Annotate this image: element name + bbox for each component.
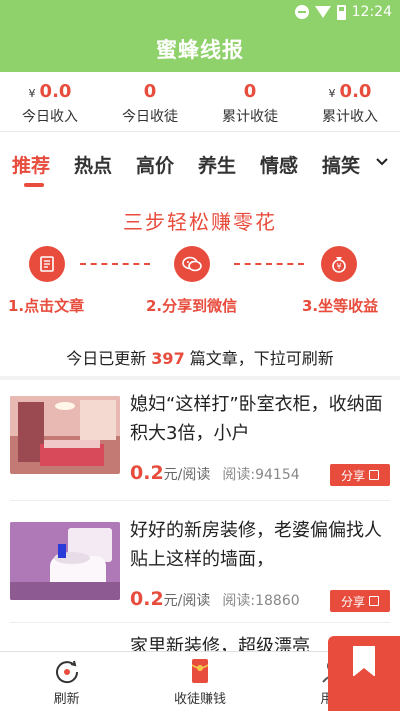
article-item[interactable]: 好好的新房装修，老婆偏偏找人贴上这样的墙面， 0.2元/阅读 阅读:18860 分… <box>0 506 400 626</box>
tab-hot[interactable]: 热点 <box>74 151 112 178</box>
stat-total-income[interactable]: ¥0.0 累计收入 <box>300 72 400 131</box>
svg-text:¥: ¥ <box>336 262 341 271</box>
stat-label: 今日收入 <box>22 109 78 125</box>
step-label-2: 2.分享到微信 <box>146 297 238 315</box>
article-price: 0.2 <box>130 462 164 484</box>
stat-today-income[interactable]: ¥0.0 今日收入 <box>0 72 100 131</box>
chevron-down-icon[interactable] <box>376 155 388 167</box>
active-tab-indicator <box>24 183 44 187</box>
share-label: 分享 <box>340 468 365 483</box>
article-icon <box>29 246 65 282</box>
money-bag-icon: ¥ <box>321 246 357 282</box>
stat-value: 0 <box>243 81 257 102</box>
share-icon <box>369 596 379 606</box>
article-thumbnail <box>10 522 120 600</box>
earnings-stats: ¥0.0 今日收入 0 今日收徒 0 累计收徒 ¥0.0 累计收入 <box>0 72 400 132</box>
status-time: 12:24 <box>351 4 392 20</box>
wifi-icon <box>314 6 331 18</box>
status-bar: 12:24 <box>0 0 400 28</box>
refresh-icon <box>55 660 78 684</box>
update-prefix: 今日已更新 <box>66 349 152 368</box>
article-price: 0.2 <box>130 588 164 610</box>
step-connector <box>234 263 304 265</box>
article-read-count: 阅读:94154 <box>222 467 300 483</box>
article-title: 媳妇“这样打”卧室衣柜，收纳面积大3倍，小户 <box>130 394 383 444</box>
nav-earn-by-inviting[interactable]: 收徒赚钱 <box>133 652 266 711</box>
update-notice: 今日已更新 397 篇文章，下拉可刷新 <box>0 345 400 369</box>
article-meta: 0.2元/阅读 阅读:94154 <box>130 462 300 484</box>
stat-label: 累计收入 <box>322 109 378 125</box>
article-thumbnail <box>10 396 120 474</box>
article-meta: 0.2元/阅读 阅读:18860 <box>130 588 300 610</box>
stat-label: 今日收徒 <box>122 109 178 125</box>
nav-label: 刷新 <box>53 692 80 707</box>
tab-health[interactable]: 养生 <box>198 151 236 178</box>
battery-icon <box>336 4 346 20</box>
article-read-count: 阅读:18860 <box>222 593 300 609</box>
tab-emotion[interactable]: 情感 <box>260 151 298 178</box>
tab-funny[interactable]: 搞笑 <box>322 151 360 178</box>
update-suffix: 篇文章，下拉可刷新 <box>184 349 334 368</box>
share-label: 分享 <box>340 594 365 609</box>
stat-value: 0.0 <box>339 81 372 102</box>
list-divider <box>10 500 390 501</box>
update-count: 397 <box>151 349 185 368</box>
red-envelope-icon <box>191 659 209 683</box>
article-price-unit: 元/阅读 <box>163 593 211 609</box>
category-tabs: 推荐 热点 高价 养生 情感 搞笑 <box>0 145 400 189</box>
share-button[interactable]: 分享 <box>330 464 390 486</box>
stat-value: 0 <box>143 81 157 102</box>
step-label-3: 3.坐等收益 <box>302 297 379 315</box>
nav-label: 收徒赚钱 <box>173 692 226 707</box>
share-icon <box>369 470 379 480</box>
step-label-1: 1.点击文章 <box>8 297 85 315</box>
tab-recommended[interactable]: 推荐 <box>12 151 50 178</box>
article-item[interactable]: 媳妇“这样打”卧室衣柜，收纳面积大3倍，小户 0.2元/阅读 阅读:94154 分… <box>0 380 400 500</box>
page-title: 蜜蜂线报 <box>156 38 244 62</box>
stat-label: 累计收徒 <box>222 109 278 125</box>
article-price-unit: 元/阅读 <box>163 467 211 483</box>
stat-value: 0.0 <box>39 81 72 102</box>
list-divider <box>10 622 390 623</box>
article-title: 好好的新房装修，老婆偏偏找人贴上这样的墙面， <box>130 520 382 570</box>
floating-bookmark-button[interactable] <box>328 636 400 711</box>
currency-symbol: ¥ <box>28 87 36 100</box>
wechat-icon <box>174 246 210 282</box>
currency-symbol: ¥ <box>328 87 336 100</box>
tab-high-price[interactable]: 高价 <box>136 151 174 178</box>
stat-today-apprentices[interactable]: 0 今日收徒 <box>100 72 200 131</box>
nav-refresh[interactable]: 刷新 <box>0 652 133 711</box>
bookmark-icon <box>353 646 375 677</box>
promo-title: 三步轻松赚零花 <box>123 210 277 234</box>
do-not-disturb-icon <box>294 5 309 19</box>
app-header: 12:24 蜜蜂线报 <box>0 0 400 72</box>
step-connector <box>80 263 150 265</box>
share-button[interactable]: 分享 <box>330 590 390 612</box>
stat-total-apprentices[interactable]: 0 累计收徒 <box>200 72 300 131</box>
